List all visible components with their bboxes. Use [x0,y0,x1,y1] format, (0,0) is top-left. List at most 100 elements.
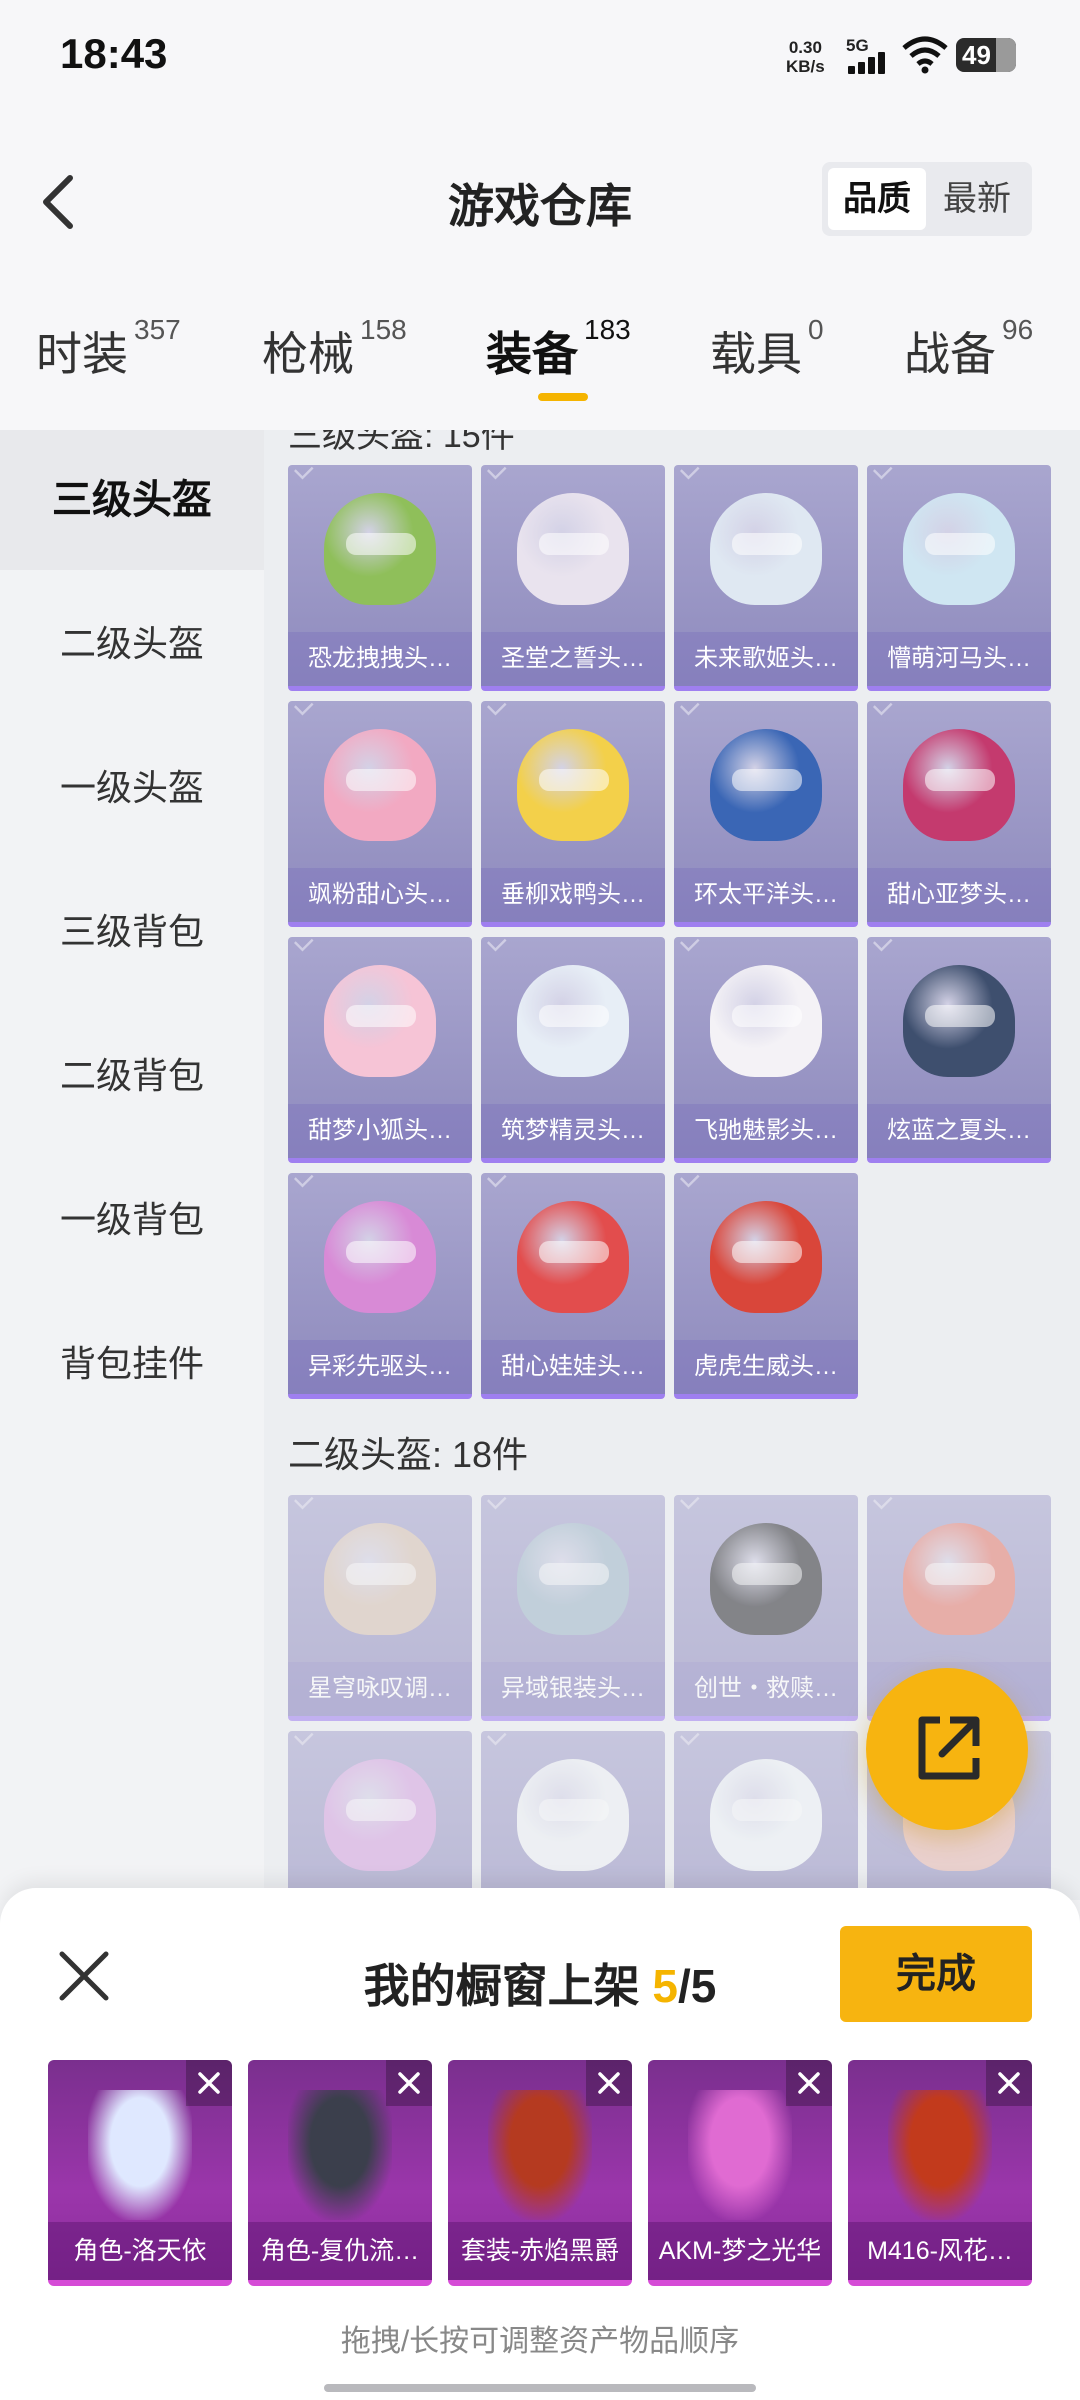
sidebar-item-backpack-pendant[interactable]: 背包挂件 [0,1294,264,1434]
tab-supplies[interactable]: 战备 96 [904,314,1033,384]
slot-label: 角色-洛天依 [48,2222,232,2280]
helmet-image [517,1759,629,1871]
check-icon [487,1173,507,1188]
check-icon [680,1731,700,1746]
tab-fashion[interactable]: 时装 357 [36,314,181,384]
item-label: 异域银装头… [481,1662,665,1716]
showcase-slot[interactable]: M416-风花… [848,2060,1032,2286]
item-label: 未来歌姬头… [674,632,858,686]
network-speed: 0.30 KB/s [786,38,825,76]
item-card[interactable]: 飞驰魅影头… [674,937,858,1163]
done-button[interactable]: 完成 [840,1926,1032,2022]
helmet-image [710,1523,822,1635]
item-card[interactable]: 异域银装头… [481,1495,665,1721]
tab-guns[interactable]: 枪械 158 [262,314,407,384]
helmet-image [903,729,1015,841]
helmet-image [517,729,629,841]
check-icon [680,1495,700,1510]
helmet-image [517,965,629,1077]
item-card[interactable]: 恐龙拽拽头… [288,465,472,691]
remove-icon[interactable] [986,2060,1032,2106]
share-button[interactable] [866,1668,1028,1830]
item-label: 圣堂之誓头… [481,632,665,686]
item-card[interactable]: 虎虎生威头… [674,1173,858,1399]
item-card[interactable]: 甜梦小狐头… [288,937,472,1163]
sidebar: 三级头盔 二级头盔 一级头盔 三级背包 二级背包 一级背包 背包挂件 [0,430,264,1900]
sidebar-item-level2-backpack[interactable]: 二级背包 [0,1006,264,1146]
item-label: 飒粉甜心头… [288,868,472,922]
check-icon [487,1495,507,1510]
check-icon [680,1173,700,1188]
helmet-image [324,965,436,1077]
helmet-image [710,965,822,1077]
item-label: 环太平洋头… [674,868,858,922]
item-label: 甜心亚梦头… [867,868,1051,922]
item-card[interactable]: 星穹咏叹调… [288,1495,472,1721]
share-icon [918,1716,980,1780]
item-card[interactable]: 创世・救赎… [674,1495,858,1721]
check-icon [487,937,507,952]
sort-toggle: 品质 最新 [822,162,1032,236]
item-label: 懵萌河马头… [867,632,1051,686]
check-icon [873,1495,893,1510]
check-icon [487,465,507,480]
wifi-icon [902,36,948,74]
item-card[interactable]: 炫蓝之夏头… [867,937,1051,1163]
helmet-image [903,965,1015,1077]
item-card[interactable]: 异彩先驱头… [288,1173,472,1399]
slot-label: AKM-梦之光华 [648,2222,832,2280]
item-card[interactable] [674,1731,858,1900]
helmet-image [517,1523,629,1635]
remove-icon[interactable] [186,2060,232,2106]
item-card[interactable]: 甜心娃娃头… [481,1173,665,1399]
showcase-slot[interactable]: 角色-洛天依 [48,2060,232,2286]
check-icon [873,701,893,716]
item-label: 筑梦精灵头… [481,1104,665,1158]
showcase-slot[interactable]: AKM-梦之光华 [648,2060,832,2286]
item-card[interactable]: 环太平洋头… [674,701,858,927]
helmet-image [324,1759,436,1871]
item-card[interactable]: 未来歌姬头… [674,465,858,691]
item-card[interactable] [481,1731,665,1900]
item-label: 创世・救赎… [674,1662,858,1716]
sidebar-item-level2-helmet[interactable]: 二级头盔 [0,574,264,714]
item-label: 异彩先驱头… [288,1340,472,1394]
helmet-image [710,1201,822,1313]
sort-latest-button[interactable]: 最新 [928,168,1026,230]
status-bar: 18:43 0.30 KB/s 5G 49 [0,0,1080,115]
sidebar-item-level1-backpack[interactable]: 一级背包 [0,1150,264,1290]
item-card[interactable]: 垂柳戏鸭头… [481,701,665,927]
item-card[interactable]: 懵萌河马头… [867,465,1051,691]
tab-equipment[interactable]: 装备 183 [486,314,631,384]
battery-icon: 49 [956,38,1016,72]
item-label: 虎虎生威头… [674,1340,858,1394]
item-card[interactable]: 圣堂之誓头… [481,465,665,691]
reorder-hint: 拖拽/长按可调整资产物品顺序 [340,2325,740,2358]
item-card[interactable]: 筑梦精灵头… [481,937,665,1163]
item-card[interactable] [288,1731,472,1900]
remove-icon[interactable] [386,2060,432,2106]
helmet-image [903,493,1015,605]
item-label: 恐龙拽拽头… [288,632,472,686]
showcase-slot[interactable]: 套装-赤焰黑爵 [448,2060,632,2286]
sort-quality-button[interactable]: 品质 [828,168,926,230]
showcase-slot[interactable]: 角色-复仇流… [248,2060,432,2286]
item-label: 垂柳戏鸭头… [481,868,665,922]
item-card[interactable]: 甜心亚梦头… [867,701,1051,927]
tab-vehicles[interactable]: 载具 0 [710,314,824,384]
home-indicator[interactable] [324,2384,756,2392]
helmet-image [710,1759,822,1871]
sidebar-item-level3-helmet[interactable]: 三级头盔 [0,430,264,570]
helmet-image [517,493,629,605]
sidebar-item-level3-backpack[interactable]: 三级背包 [0,862,264,1002]
remove-icon[interactable] [586,2060,632,2106]
item-card[interactable]: 飒粉甜心头… [288,701,472,927]
section-header-level2: 二级头盔: 18件 [288,1434,529,1475]
sidebar-item-level1-helmet[interactable]: 一级头盔 [0,718,264,858]
check-icon [294,1731,314,1746]
item-image [688,2090,792,2220]
helmet-image [517,1201,629,1313]
slot-label: 套装-赤焰黑爵 [448,2222,632,2280]
check-icon [294,701,314,716]
remove-icon[interactable] [786,2060,832,2106]
